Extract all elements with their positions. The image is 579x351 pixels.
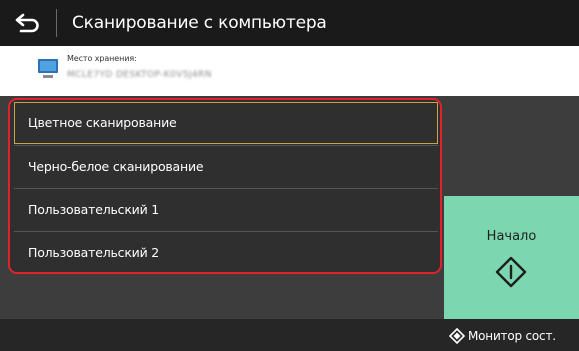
destination-label: Место хранения: bbox=[67, 54, 137, 63]
status-monitor-icon bbox=[449, 328, 465, 344]
list-item-label: Пользовательский 1 bbox=[28, 202, 160, 217]
top-bar-divider bbox=[56, 9, 57, 37]
top-bar: Сканирование с компьютера bbox=[0, 0, 579, 46]
list-item-custom-1[interactable]: Пользовательский 1 bbox=[14, 189, 438, 231]
scan-from-computer-screen: Сканирование с компьютера Место хранения… bbox=[0, 0, 579, 351]
start-button-label: Начало bbox=[486, 229, 537, 244]
computer-icon bbox=[38, 59, 58, 78]
list-item-custom-2[interactable]: Пользовательский 2 bbox=[14, 232, 438, 272]
destination-row: Место хранения: MCLE7YD DESKTOP-K0V5J4RN bbox=[0, 46, 579, 96]
list-item-label: Черно-белое сканирование bbox=[28, 159, 204, 174]
scan-mode-list: Цветное сканирование Черно-белое сканиро… bbox=[8, 98, 442, 274]
list-item-bw-scan[interactable]: Черно-белое сканирование bbox=[14, 146, 438, 188]
return-arrow-icon bbox=[15, 13, 39, 33]
start-diamond-icon bbox=[495, 256, 527, 288]
status-monitor-label: Монитор сост. bbox=[468, 329, 556, 343]
page-title: Сканирование с компьютера bbox=[72, 13, 327, 33]
list-item-color-scan[interactable]: Цветное сканирование bbox=[14, 102, 438, 144]
list-item-label: Пользовательский 2 bbox=[28, 245, 160, 260]
list-item-label: Цветное сканирование bbox=[28, 115, 177, 130]
back-button[interactable] bbox=[0, 0, 56, 46]
destination-value: MCLE7YD DESKTOP-K0V5J4RN bbox=[67, 70, 212, 80]
start-button[interactable]: Начало bbox=[444, 196, 579, 319]
status-monitor-button[interactable]: Монитор сост. bbox=[444, 321, 579, 351]
